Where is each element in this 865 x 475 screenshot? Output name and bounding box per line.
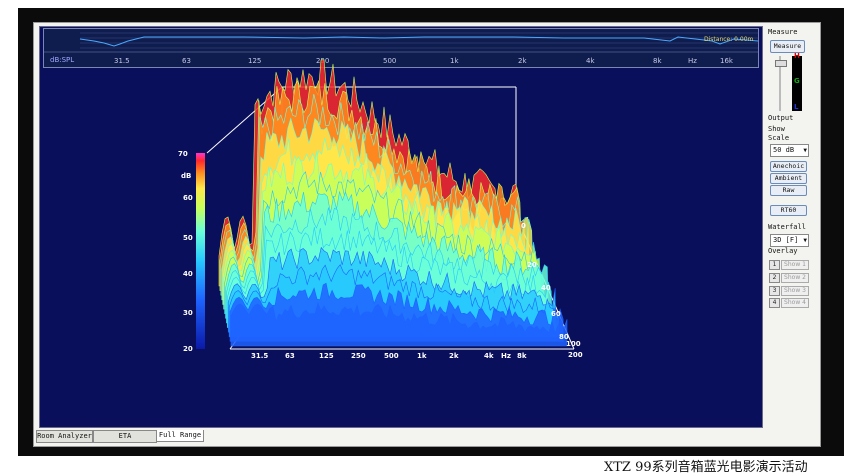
rt60-button[interactable]: RT60 bbox=[770, 205, 807, 216]
db-tick: 30 bbox=[183, 309, 193, 317]
tab-full-range[interactable]: Full Range bbox=[156, 430, 204, 442]
freq-tick: 500 bbox=[384, 352, 399, 360]
freq-tick: 4k bbox=[484, 352, 494, 360]
freq-tick: 2k bbox=[449, 352, 459, 360]
db-tick: 70 bbox=[178, 150, 188, 158]
overlay-show-3-button[interactable]: Show 3 bbox=[781, 286, 809, 296]
db-tick: 50 bbox=[183, 234, 193, 242]
waterfall-surface bbox=[218, 59, 568, 347]
time-tick: 20 bbox=[527, 261, 537, 269]
chevron-down-icon[interactable]: ▼ bbox=[803, 145, 807, 156]
tab-eta[interactable]: ETA bbox=[93, 430, 157, 443]
output-slider-thumb[interactable] bbox=[775, 60, 787, 67]
photo-caption: XTZ 99系列音箱蓝光电影演示活动 bbox=[604, 460, 808, 475]
overlay-number-4: 4 bbox=[769, 298, 780, 308]
overlay-number-3: 3 bbox=[769, 286, 780, 296]
overlay-show-4-button[interactable]: Show 4 bbox=[781, 298, 809, 308]
overlay-number-1: 1 bbox=[769, 260, 780, 270]
anechoic-button[interactable]: Anechoic bbox=[770, 161, 807, 172]
freq-tick: Hz bbox=[501, 352, 511, 360]
freq-tick: 31.5 bbox=[251, 352, 268, 360]
freq-tick: 1k bbox=[417, 352, 427, 360]
time-tick: 100 bbox=[566, 340, 581, 348]
overlay-label: Overlay bbox=[768, 247, 798, 255]
scale-select-value: 50 dB bbox=[773, 146, 795, 154]
meter-indicator-h: H bbox=[794, 52, 800, 60]
db-tick: 60 bbox=[183, 194, 193, 202]
time-tick: 40 bbox=[541, 284, 551, 292]
waterfall-3d-plot[interactable]: 70 dB 60 50 40 30 20 31.5 63 125 250 500 1k 2k 4k Hz 8k 0… bbox=[39, 26, 761, 426]
freq-tick: 250 bbox=[351, 352, 366, 360]
chevron-down-icon[interactable]: ▼ bbox=[803, 235, 807, 246]
waterfall-select[interactable]: 3D [F] ▼ bbox=[770, 234, 809, 247]
overlay-show-1-button[interactable]: Show 1 bbox=[781, 260, 809, 270]
waterfall-label: Waterfall bbox=[768, 223, 806, 231]
waterfall-select-value: 3D [F] bbox=[773, 236, 799, 244]
tab-room-analyzer[interactable]: Room Analyzer bbox=[36, 430, 93, 443]
show-label: Show bbox=[768, 125, 785, 133]
output-label: Output bbox=[768, 114, 794, 122]
output-slider[interactable] bbox=[775, 56, 787, 111]
color-scale-bar bbox=[196, 153, 205, 349]
measure-label: Measure bbox=[768, 28, 798, 36]
time-tick: 200 bbox=[568, 351, 583, 359]
freq-tick: 125 bbox=[319, 352, 334, 360]
db-tick: 20 bbox=[183, 345, 193, 353]
raw-button[interactable]: Raw bbox=[770, 185, 807, 196]
overlay-show-2-button[interactable]: Show 2 bbox=[781, 273, 809, 283]
db-axis-label: dB bbox=[181, 172, 191, 180]
time-tick: 0 bbox=[521, 222, 526, 230]
freq-tick: 63 bbox=[285, 352, 295, 360]
meter-indicator-g: G bbox=[794, 77, 800, 85]
overlay-number-2: 2 bbox=[769, 273, 780, 283]
time-tick: 60 bbox=[551, 310, 561, 318]
scale-select[interactable]: 50 dB ▼ bbox=[770, 144, 809, 157]
db-tick: 40 bbox=[183, 270, 193, 278]
meter-indicator-l: L bbox=[794, 103, 799, 111]
ambient-button[interactable]: Ambient bbox=[770, 173, 807, 184]
freq-tick: 8k bbox=[517, 352, 527, 360]
scale-label: Scale bbox=[768, 134, 790, 142]
